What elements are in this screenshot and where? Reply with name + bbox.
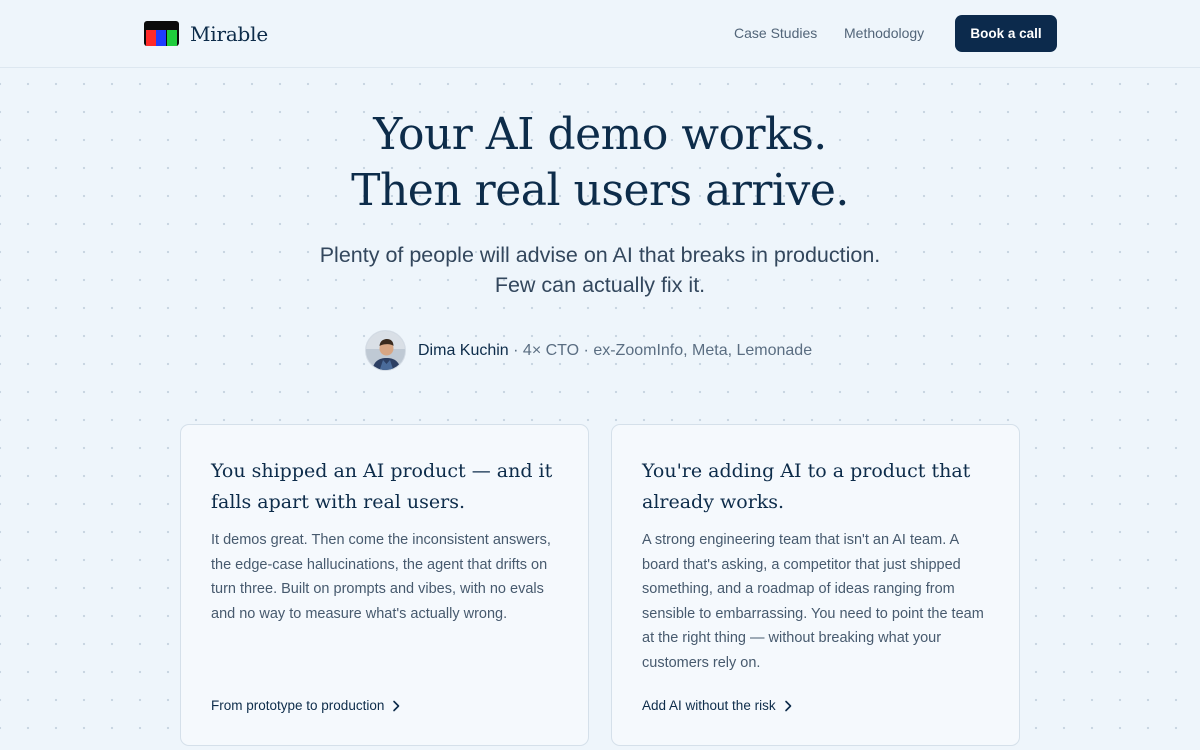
- add-ai-without-risk-link[interactable]: Add AI without the risk: [642, 698, 792, 713]
- card-link-label: Add AI without the risk: [642, 698, 776, 713]
- logo-bar-red: [146, 30, 156, 46]
- author-avatar: [365, 330, 406, 371]
- card-body: A strong engineering team that isn't an …: [642, 532, 984, 671]
- card-add-ai: You're adding AI to a product that alrea…: [611, 424, 1020, 746]
- person-photo-icon: [366, 331, 405, 370]
- author-credentials: · 4× CTO · ex-ZoomInfo, Meta, Lemonade: [508, 341, 813, 359]
- hero-title-line-1: Your AI demo works.: [373, 109, 827, 160]
- logo-icon: [144, 21, 179, 46]
- hero-title-line-2: Then real users arrive.: [351, 165, 849, 216]
- chevron-right-icon: [784, 700, 792, 712]
- author-name: Dima Kuchin: [418, 341, 509, 359]
- hero-subtitle-line-2: Few can actually fix it.: [494, 273, 706, 297]
- card-body: It demos great. Then come the inconsiste…: [211, 532, 551, 622]
- card-link-label: From prototype to production: [211, 698, 385, 713]
- prototype-to-production-link[interactable]: From prototype to production: [211, 698, 400, 713]
- logo-bar-green: [167, 30, 177, 46]
- hero-subtitle: Plenty of people will advise on AI that …: [0, 240, 1200, 300]
- hero-subtitle-line-1: Plenty of people will advise on AI that …: [319, 243, 881, 267]
- brand-logo[interactable]: Mirable: [144, 21, 268, 46]
- nav-case-studies[interactable]: Case Studies: [734, 25, 817, 41]
- logo-bar-blue: [156, 30, 166, 46]
- nav-methodology[interactable]: Methodology: [844, 25, 924, 41]
- card-title: You shipped an AI product — and it falls…: [211, 460, 553, 513]
- chevron-right-icon: [392, 700, 400, 712]
- card-ai-product: You shipped an AI product — and it falls…: [180, 424, 589, 746]
- author-byline: Dima Kuchin · 4× CTO · ex-ZoomInfo, Meta…: [365, 330, 812, 371]
- author-info: Dima Kuchin · 4× CTO · ex-ZoomInfo, Meta…: [418, 342, 812, 360]
- book-call-button[interactable]: Book a call: [955, 15, 1057, 52]
- site-header: Mirable Case Studies Methodology Book a …: [0, 0, 1200, 68]
- brand-name: Mirable: [190, 21, 268, 46]
- hero-title: Your AI demo works. Then real users arri…: [0, 107, 1200, 219]
- card-title: You're adding AI to a product that alrea…: [642, 460, 971, 513]
